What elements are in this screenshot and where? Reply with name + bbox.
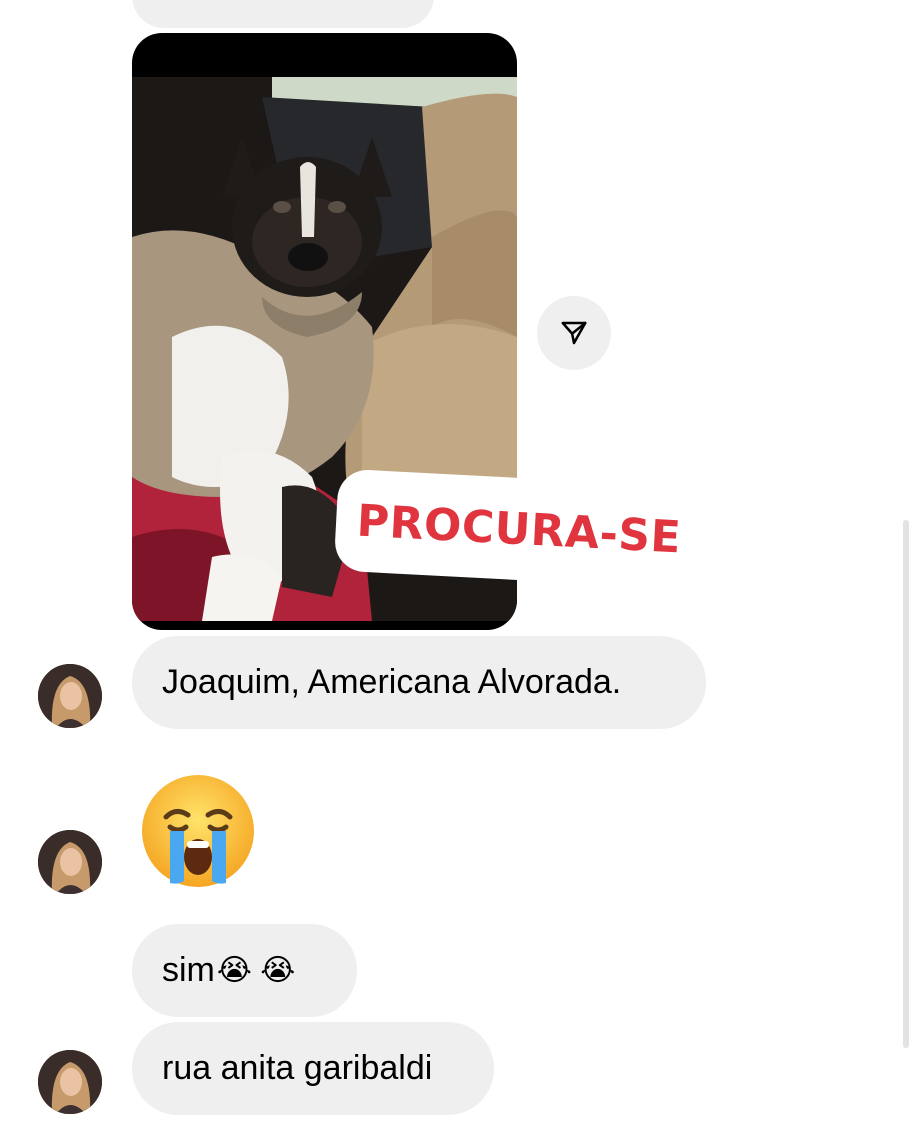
avatar[interactable] [38,830,102,894]
avatar[interactable] [38,1050,102,1114]
message-bubble[interactable]: Joaquim, Americana Alvorada. [132,636,706,729]
message-text: rua anita garibaldi [162,1049,433,1087]
send-icon [561,321,587,345]
loudly-crying-face-icon: 😭 😭 [216,954,296,987]
sticker-text: PROCURA-SE [355,495,683,563]
message-text: Joaquim, Americana Alvorada. [162,663,622,701]
message-bubble[interactable]: sim 😭 😭 [132,924,357,1017]
message-bubble-partial[interactable] [132,0,434,28]
scrollbar[interactable] [903,520,909,1048]
chat-thread: PROCURA-SE Joaquim, Americana Alvorada. [0,0,916,1135]
message-bubble[interactable]: rua anita garibaldi [132,1022,494,1115]
share-button[interactable] [537,296,611,370]
loudly-crying-face-icon[interactable] [140,773,256,889]
avatar[interactable] [38,664,102,728]
procura-se-sticker: PROCURA-SE [333,468,705,590]
message-text: sim [162,951,215,989]
